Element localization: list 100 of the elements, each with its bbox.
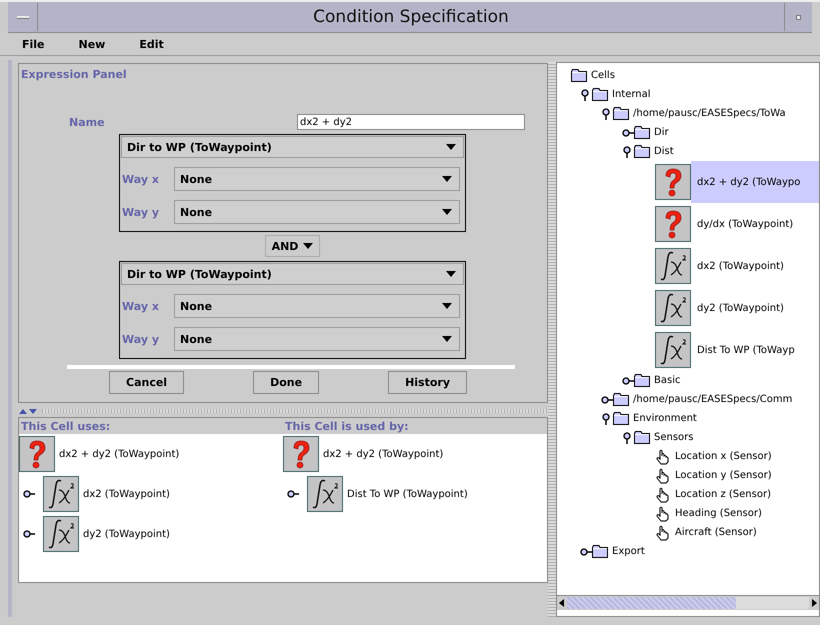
caret-icon [446, 144, 456, 150]
collapsed-handle-icon[interactable] [622, 128, 634, 138]
cell-item[interactable]: dy2 (ToWaypoint) [83, 528, 170, 540]
tree-item[interactable]: Aircraft (Sensor) [671, 527, 761, 538]
panel-title: Expression Panel [20, 68, 128, 81]
menu-item[interactable]: Edit [139, 38, 164, 50]
dropdown-value: None [180, 172, 212, 186]
caret-icon [442, 209, 452, 215]
question-mark-icon [19, 436, 55, 472]
tree-item[interactable]: Export [608, 546, 649, 557]
menu-item[interactable]: File [22, 38, 45, 50]
tree-item[interactable]: Dist To WP (ToWayp [691, 329, 819, 371]
collapsed-handle-icon[interactable] [580, 546, 592, 556]
pointing-hand-icon [655, 506, 671, 522]
integral-formula-icon [307, 476, 343, 512]
folder-icon [634, 145, 650, 158]
cell-item[interactable]: Dist To WP (ToWaypoint) [347, 488, 468, 500]
expanded-handle-icon[interactable] [601, 108, 611, 120]
tree-item[interactable]: dx2 + dy2 (ToWaypo [691, 161, 819, 203]
parameter-dropdown[interactable]: None [174, 167, 460, 191]
menu-item[interactable]: New [78, 38, 106, 50]
folder-icon [571, 69, 587, 82]
tree-item[interactable]: Sensors [650, 432, 698, 443]
collapsed-handle-icon[interactable] [622, 376, 634, 386]
tree-item[interactable]: Location x (Sensor) [671, 451, 776, 462]
operator-value: AND [272, 240, 298, 252]
parameter-label: Way x [122, 300, 160, 312]
integral-formula-icon [43, 476, 79, 512]
folder-icon [592, 545, 608, 558]
tree-item[interactable]: Heading (Sensor) [671, 508, 766, 519]
dropdown-value: None [180, 300, 212, 312]
integral-formula-icon [43, 516, 79, 552]
folder-icon [613, 107, 629, 120]
tree-item[interactable]: Internal [608, 89, 655, 100]
pointing-hand-icon [655, 524, 671, 540]
tree-item[interactable]: dy/dx (ToWaypoint) [691, 203, 819, 245]
question-mark-icon [283, 436, 319, 472]
name-label: Name [69, 116, 106, 128]
horizontal-scrollbar[interactable] [557, 595, 819, 610]
tree-item[interactable]: Cells [587, 70, 619, 81]
dialog-button[interactable]: Cancel [109, 371, 184, 394]
column-heading: This Cell uses: [19, 418, 283, 434]
collapsed-handle-icon[interactable] [23, 529, 35, 539]
expanded-handle-icon[interactable] [580, 88, 590, 100]
tree-item[interactable]: dx2 (ToWaypoint) [691, 245, 819, 287]
operator-dropdown[interactable]: AND [264, 235, 320, 257]
question-mark-icon [655, 164, 691, 200]
pointing-hand-icon [655, 486, 671, 502]
dropdown-value: None [180, 206, 212, 218]
caret-icon [442, 176, 452, 182]
tree-item[interactable]: Location z (Sensor) [671, 489, 775, 500]
caret-icon [446, 271, 456, 277]
tree-item[interactable]: Dir [650, 127, 673, 138]
cell-item[interactable]: dx2 + dy2 (ToWaypoint) [59, 448, 180, 460]
folder-icon [592, 88, 608, 101]
folder-icon [613, 412, 629, 425]
column-heading: This Cell is used by: [283, 418, 547, 434]
parameter-label: Way y [122, 332, 160, 346]
tree-item[interactable]: /home/pausc/EASESpecs/ToWa [629, 108, 790, 119]
cell-dropdown[interactable]: Dir to WP (ToWaypoint) [121, 263, 464, 285]
dropdown-value: None [180, 332, 212, 346]
collapsed-handle-icon[interactable] [23, 489, 35, 499]
splitter-arrows-icon[interactable] [18, 408, 38, 414]
scrollbar-thumb[interactable] [567, 597, 736, 609]
cell-dropdown[interactable]: Dir to WP (ToWaypoint) [121, 136, 464, 158]
caret-icon [442, 303, 452, 309]
parameter-dropdown[interactable]: None [174, 327, 460, 351]
question-mark-icon [655, 206, 691, 242]
integral-formula-icon [655, 290, 691, 326]
caret-icon [303, 243, 314, 249]
tree-item[interactable]: /home/pausc/EASESpecs/Comm [629, 394, 796, 405]
parameter-dropdown[interactable]: None [174, 294, 460, 318]
parameter-dropdown[interactable]: None [174, 200, 460, 224]
expanded-handle-icon[interactable] [622, 432, 632, 444]
folder-icon [613, 393, 629, 406]
parameter-label: Way y [122, 206, 160, 218]
pointing-hand-icon [655, 448, 671, 464]
expanded-handle-icon[interactable] [622, 146, 632, 158]
expanded-handle-icon[interactable] [601, 412, 611, 424]
name-field[interactable]: dx2 + dy2 [297, 114, 525, 130]
pointing-hand-icon [655, 468, 671, 484]
cell-item[interactable]: dx2 + dy2 (ToWaypoint) [323, 448, 444, 460]
dropdown-value: Dir to WP (ToWaypoint) [127, 268, 272, 280]
dialog-button[interactable]: History [388, 371, 467, 394]
integral-formula-icon [655, 332, 691, 368]
tree-item[interactable]: Basic [650, 375, 684, 386]
tree-item[interactable]: Environment [629, 413, 701, 424]
dialog-button[interactable]: Done [253, 371, 320, 394]
tree-item[interactable]: dy2 (ToWaypoint) [691, 287, 819, 329]
collapsed-handle-icon[interactable] [601, 394, 613, 404]
integral-formula-icon [655, 248, 691, 284]
window-title: Condition Specification [312, 7, 510, 27]
folder-icon [634, 431, 650, 444]
cell-item[interactable]: dx2 (ToWaypoint) [83, 488, 170, 500]
folder-icon [634, 126, 650, 139]
parameter-label: Way x [122, 172, 160, 186]
dropdown-value: Dir to WP (ToWaypoint) [127, 140, 272, 154]
tree-item[interactable]: Dist [650, 146, 678, 157]
collapsed-handle-icon[interactable] [287, 489, 299, 499]
tree-item[interactable]: Location y (Sensor) [671, 470, 776, 481]
